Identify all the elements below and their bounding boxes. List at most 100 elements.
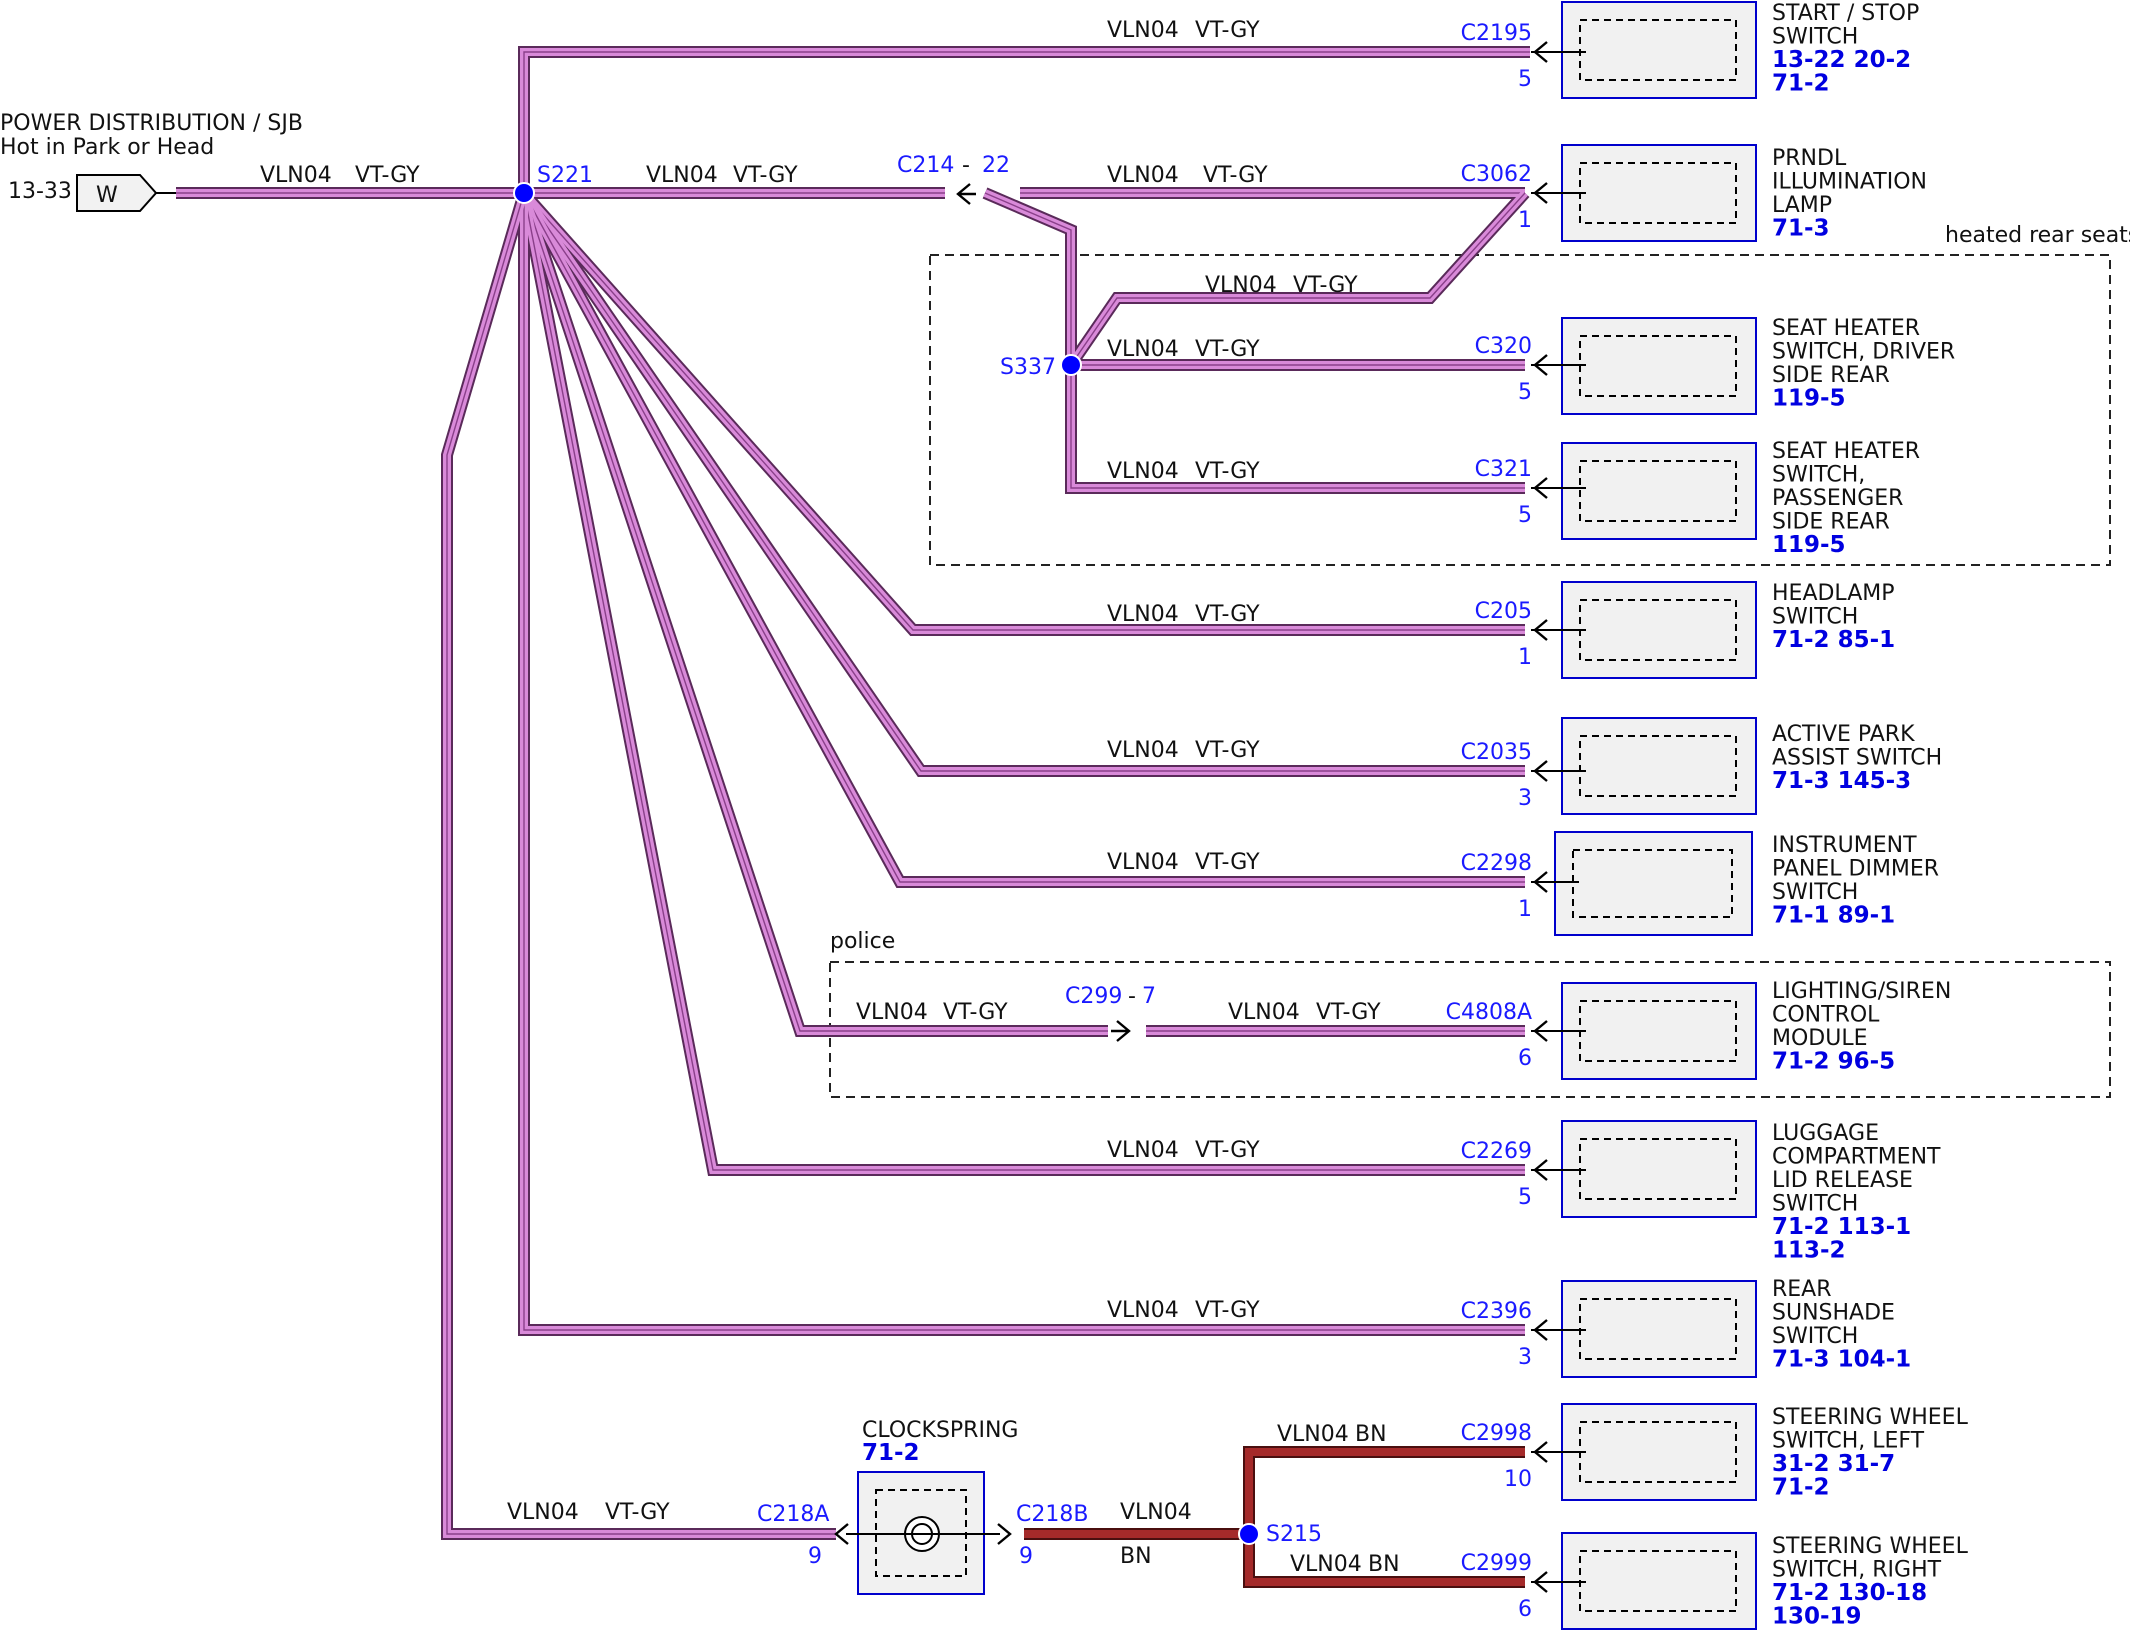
wire-label-circuit: VLN04 (1107, 1298, 1179, 1323)
device-name-line: ILLUMINATION (1772, 170, 1927, 195)
device-c205: C205 1 HEADLAMPSWITCH71-2 85-1 (1475, 581, 1895, 679)
device-pin-label: 5 (1518, 503, 1532, 528)
wire-label-color: VT-GY (1195, 850, 1260, 875)
wire-label-color: BN (1368, 1552, 1400, 1577)
clockspring: CLOCKSPRING 71-2 C218A 9 C218B 9 (757, 1418, 1088, 1595)
device-pin-label: 6 (1518, 1046, 1532, 1071)
device-connector-label: C4808A (1446, 1000, 1532, 1025)
wire-label-color: VT-GY (605, 1500, 670, 1525)
device-c2396: C2396 3 REARSUNSHADESWITCH71-3 104-1 (1461, 1277, 1911, 1378)
device-name-line: SWITCH (1772, 1324, 1858, 1349)
device-page-ref: 31-2 31-7 (1772, 1451, 1895, 1477)
device-connector-label: C205 (1475, 599, 1532, 624)
device-connector-label: C320 (1475, 334, 1532, 359)
police-group-label: police (830, 929, 895, 954)
device-name-line: SWITCH (1772, 1192, 1858, 1217)
device-box (1561, 717, 1757, 815)
wire-label-circuit: VLN04 (1107, 850, 1179, 875)
device-box (1561, 581, 1757, 679)
device-connector-label: C2195 (1461, 21, 1532, 46)
wire-label-color: VT-GY (1195, 1138, 1260, 1163)
device-connector-label: C321 (1475, 457, 1532, 482)
device-c320: C320 5 SEAT HEATERSWITCH, DRIVERSIDE REAR1… (1475, 316, 1955, 415)
device-page-ref: 119-5 (1772, 532, 1846, 558)
wire-label-circuit: VLN04 (507, 1500, 579, 1525)
device-name-line: SWITCH, (1772, 463, 1865, 488)
device-box (1561, 1280, 1757, 1378)
clockspring-in-pin: 9 (808, 1544, 822, 1569)
device-page-ref: 71-2 130-18 (1772, 1580, 1927, 1606)
wire-label-circuit: VLN04 (1205, 273, 1277, 298)
c214-dash: - (962, 153, 970, 178)
wire-label-color: VT-GY (1316, 1000, 1381, 1025)
source-connector-label: W (96, 183, 118, 208)
wire-label-color: VT-GY (943, 1000, 1008, 1025)
device-pin-label: 5 (1518, 67, 1532, 92)
wire-label-color: BN (1355, 1422, 1387, 1447)
device-c2035: C2035 3 ACTIVE PARKASSIST SWITCH71-3 145-3 (1461, 717, 1942, 815)
wire-label-circuit: VLN04 (1107, 337, 1179, 362)
wire-label-circuit: VLN04 (1107, 738, 1179, 763)
wire-c214-to-s337-outline (982, 187, 1077, 365)
device-name-line: SIDE REAR (1772, 363, 1890, 388)
device-box (1561, 442, 1757, 540)
device-name-line: LIGHTING/SIREN (1772, 979, 1951, 1004)
device-name-line: SEAT HEATER (1772, 439, 1920, 464)
device-pin-label: 5 (1518, 1185, 1532, 1210)
device-connector-label: C2269 (1461, 1139, 1532, 1164)
device-pin-label: 3 (1518, 1345, 1532, 1370)
device-c2269: C2269 5 LUGGAGECOMPARTMENTLID RELEASESWITC… (1461, 1120, 1941, 1264)
device-c3062: C3062 1 PRNDLILLUMINATIONLAMP71-3 (1461, 144, 1927, 242)
device-box (1561, 144, 1757, 242)
wire-label-circuit: VLN04 (260, 163, 332, 188)
device-page-ref: 71-3 145-3 (1772, 768, 1911, 794)
device-pin-label: 1 (1518, 208, 1532, 233)
wire-label-color: VT-GY (1195, 459, 1260, 484)
device-page-ref: 71-3 104-1 (1772, 1347, 1911, 1373)
wire-label-color: VT-GY (1195, 18, 1260, 43)
device-name-line: HEADLAMP (1772, 581, 1895, 606)
device-name-line: SWITCH (1772, 25, 1858, 50)
wire-label-circuit: VLN04 (1277, 1422, 1349, 1447)
device-page-ref: 71-2 96-5 (1772, 1049, 1895, 1075)
device-connector-label: C2999 (1461, 1551, 1532, 1576)
device-name-line: PANEL DIMMER (1772, 857, 1939, 882)
splice-s337-label: S337 (1000, 355, 1056, 380)
splice-s221-label: S221 (537, 163, 593, 188)
device-name-line: COMPARTMENT (1772, 1145, 1941, 1170)
wire-labels: VLN04 VT-GY VLN04 VT-GY VLN04 VT-GY VLN0… (260, 18, 1400, 1577)
wire-label-color: VT-GY (1195, 602, 1260, 627)
device-name-line: LID RELEASE (1772, 1168, 1913, 1193)
device-name-line: ASSIST SWITCH (1772, 746, 1942, 771)
clockspring-in-connector: C218A (757, 1502, 829, 1527)
device-c2298: C2298 1 INSTRUMENTPANEL DIMMERSWITCH71-1 8… (1461, 831, 1939, 936)
splice-s221-dot (513, 182, 535, 204)
c299-pin: 7 (1142, 984, 1156, 1009)
splice-s215-dot (1238, 1523, 1260, 1545)
source-subtitle: Hot in Park or Head (0, 135, 214, 160)
wire-label-color: VT-GY (1195, 1298, 1260, 1323)
device-connector-label: C3062 (1461, 162, 1532, 187)
device-page-ref: 13-22 20-2 (1772, 47, 1911, 73)
device-box (1561, 317, 1757, 415)
device-name-line: STEERING WHEEL (1772, 1405, 1969, 1430)
splice-s215: S215 (1238, 1522, 1322, 1547)
wire-label-color: VT-GY (1195, 738, 1260, 763)
device-box (1561, 982, 1757, 1080)
device-connector-label: C2998 (1461, 1421, 1532, 1446)
wire-label-color: VT-GY (1195, 337, 1260, 362)
heated-rear-seats-label: heated rear seats (1945, 223, 2130, 248)
wire-label-circuit: VLN04 (1107, 459, 1179, 484)
device-name-line: REAR (1772, 1277, 1832, 1302)
device-name-line: LAMP (1772, 193, 1832, 218)
device-connector-label: C2035 (1461, 740, 1532, 765)
device-connector-label: C2396 (1461, 1299, 1532, 1324)
device-page-ref: 71-1 89-1 (1772, 903, 1895, 929)
device-name-line: SWITCH (1772, 880, 1858, 905)
device-c321: C321 5 SEAT HEATERSWITCH,PASSENGERSIDE REA… (1475, 439, 1920, 558)
device-page-ref: 71-3 (1772, 216, 1830, 242)
device-name-line: SUNSHADE (1772, 1301, 1895, 1326)
wire-label-color: VT-GY (733, 163, 798, 188)
device-name-line: INSTRUMENT (1772, 833, 1917, 858)
wire-label-circuit: VLN04 (1107, 163, 1179, 188)
